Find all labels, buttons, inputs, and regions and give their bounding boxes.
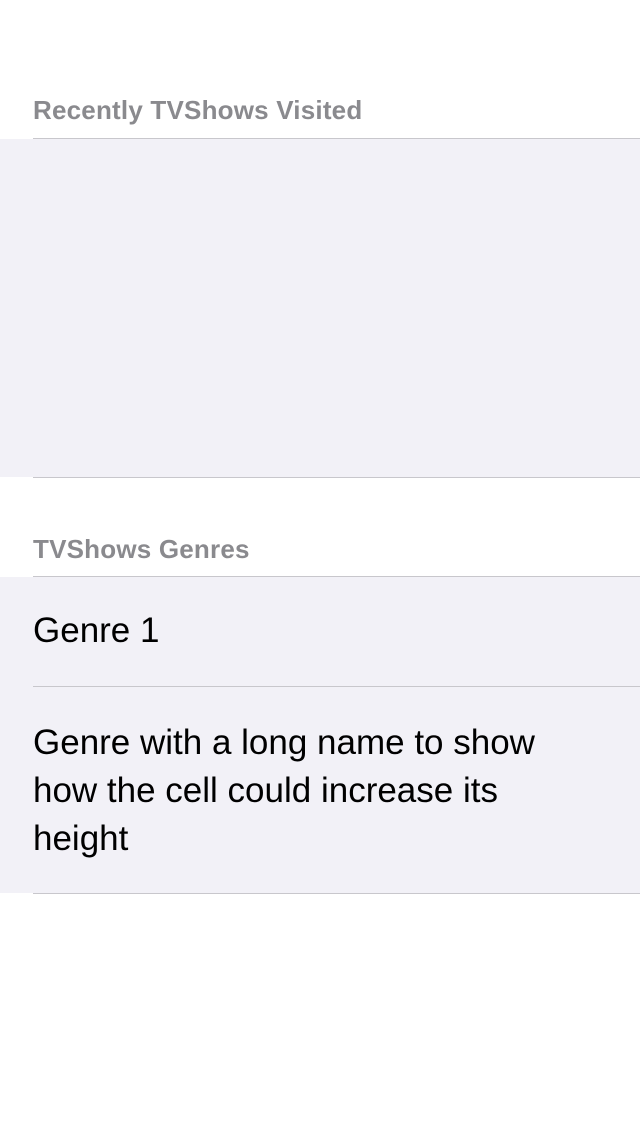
section-header-genres: TVShows Genres (33, 534, 250, 564)
genre-label: Genre with a long name to show how the c… (33, 723, 535, 858)
genre-cell[interactable]: Genre with a long name to show how the c… (0, 687, 640, 893)
section-bottom-separator (33, 477, 640, 478)
section-bottom-separator (33, 893, 640, 894)
table-view: Recently TVShows Visited TVShows Genres … (0, 0, 640, 1136)
recent-shows-carousel-cell[interactable] (0, 139, 640, 477)
genres-list: Genre 1 Genre with a long name to show h… (0, 577, 640, 893)
section-header-recently-visited: Recently TVShows Visited (33, 95, 363, 125)
genre-cell[interactable]: Genre 1 (0, 577, 640, 686)
genre-label: Genre 1 (33, 611, 160, 650)
